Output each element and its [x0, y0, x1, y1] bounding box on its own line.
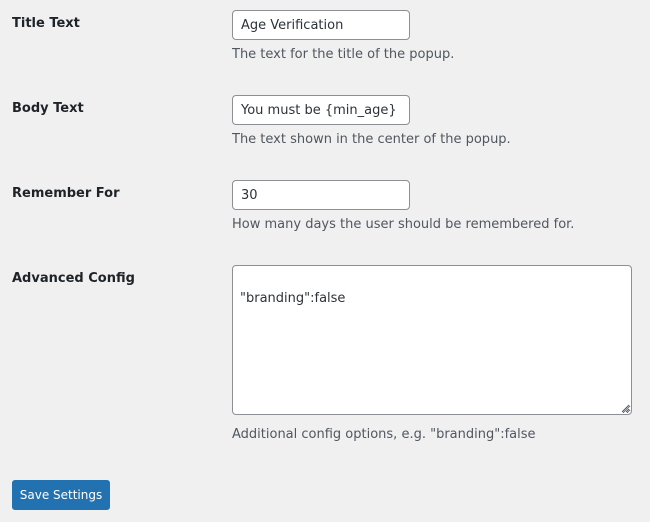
remember-for-label: Remember For [12, 186, 120, 201]
body-text-input[interactable] [232, 95, 410, 125]
title-text-description: The text for the title of the popup. [232, 47, 455, 62]
body-text-description: The text shown in the center of the popu… [232, 132, 511, 147]
save-settings-button[interactable]: Save Settings [12, 480, 110, 510]
advanced-config-label: Advanced Config [12, 271, 135, 286]
advanced-config-textarea[interactable]: "branding":false [232, 265, 632, 415]
title-text-input[interactable] [232, 10, 410, 40]
remember-for-input[interactable] [232, 180, 410, 210]
advanced-config-description: Additional config options, e.g. "brandin… [232, 427, 536, 442]
body-text-label: Body Text [12, 101, 84, 116]
title-text-label: Title Text [12, 16, 80, 31]
settings-page: Title Text The text for the title of the… [0, 0, 650, 522]
remember-for-description: How many days the user should be remembe… [232, 217, 575, 232]
